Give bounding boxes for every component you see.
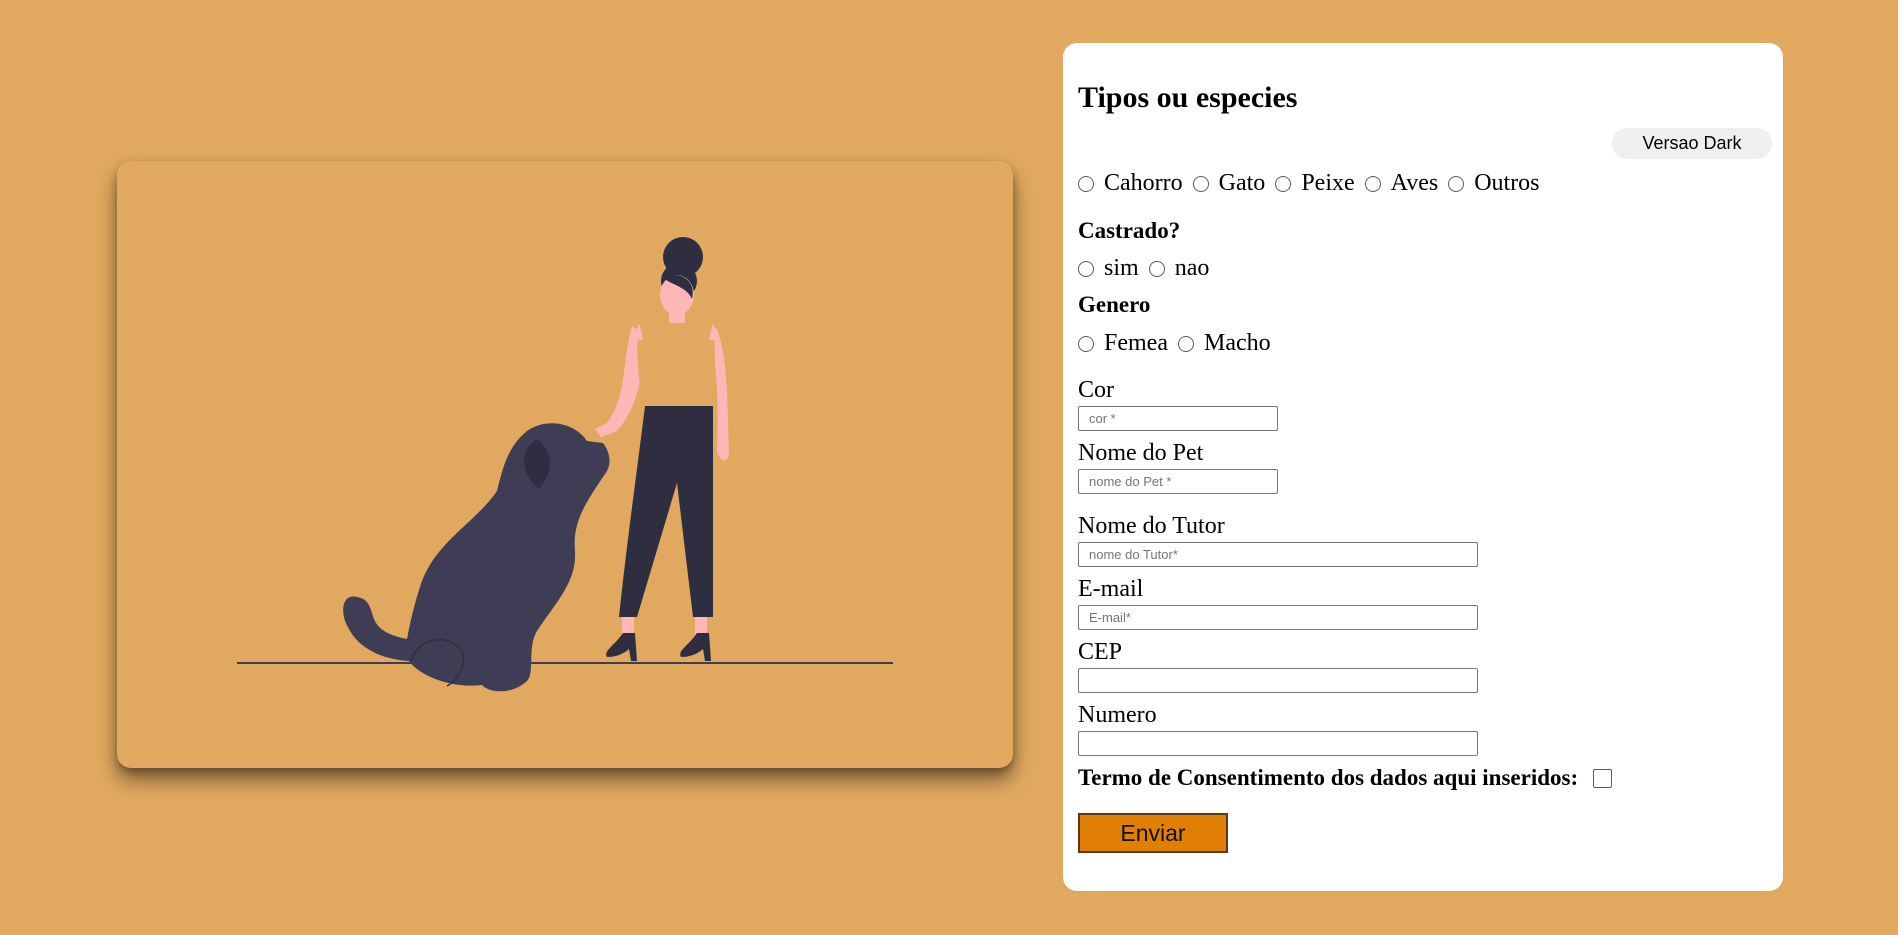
- species-radio-group: Cahorro Gato Peixe Aves Outros: [1078, 170, 1550, 197]
- dog-icon: [343, 423, 610, 692]
- species-option-peixe[interactable]: Peixe: [1275, 170, 1355, 197]
- castrado-radio[interactable]: [1078, 260, 1094, 277]
- genero-label: Genero: [1078, 292, 1151, 317]
- castrado-label: Castrado?: [1078, 218, 1181, 243]
- nome-pet-input[interactable]: [1078, 469, 1278, 494]
- illustration-card: [117, 161, 1013, 768]
- castrado-option-sim[interactable]: sim: [1078, 255, 1139, 282]
- woman-petting-dog-illustration: [237, 237, 893, 692]
- cor-input[interactable]: [1078, 406, 1278, 431]
- genero-option-femea[interactable]: Femea: [1078, 330, 1168, 357]
- species-radio[interactable]: [1364, 175, 1381, 192]
- cep-label: CEP: [1078, 639, 1123, 665]
- species-option-cachorro[interactable]: Cahorro: [1078, 170, 1183, 197]
- numero-label: Numero: [1078, 702, 1157, 728]
- email-input[interactable]: [1078, 605, 1478, 630]
- nome-pet-label: Nome do Pet: [1078, 440, 1204, 466]
- submit-button[interactable]: Enviar: [1078, 813, 1228, 853]
- genero-option-macho[interactable]: Macho: [1177, 330, 1271, 357]
- species-radio[interactable]: [1078, 175, 1094, 192]
- species-option-outros[interactable]: Outros: [1448, 170, 1540, 197]
- species-option-aves[interactable]: Aves: [1364, 170, 1438, 197]
- species-radio[interactable]: [1192, 175, 1209, 192]
- genero-radio-group: Femea Macho: [1078, 330, 1281, 357]
- nome-tutor-label: Nome do Tutor: [1078, 513, 1225, 539]
- cor-label: Cor: [1078, 377, 1114, 403]
- species-radio[interactable]: [1275, 175, 1292, 192]
- nome-tutor-input[interactable]: [1078, 542, 1478, 567]
- woman-icon: [595, 237, 729, 661]
- consent-checkbox[interactable]: [1593, 768, 1613, 788]
- species-option-gato[interactable]: Gato: [1192, 170, 1265, 197]
- email-label: E-mail: [1078, 576, 1144, 602]
- castrado-radio-group: sim nao: [1078, 255, 1219, 282]
- cep-input[interactable]: [1078, 668, 1478, 693]
- form-title: Tipos ou especies: [1078, 81, 1298, 114]
- species-radio[interactable]: [1448, 175, 1465, 192]
- castrado-radio[interactable]: [1148, 260, 1165, 277]
- castrado-option-nao[interactable]: nao: [1148, 255, 1209, 282]
- consent-row: Termo de Consentimento dos dados aqui in…: [1078, 765, 1613, 791]
- numero-input[interactable]: [1078, 731, 1478, 756]
- pet-form-card: Tipos ou especies Versao Dark Cahorro Ga…: [1063, 43, 1783, 891]
- genero-radio[interactable]: [1078, 335, 1094, 352]
- dark-mode-button[interactable]: Versao Dark: [1612, 128, 1772, 159]
- genero-radio[interactable]: [1177, 335, 1194, 352]
- consent-label: Termo de Consentimento dos dados aqui in…: [1078, 765, 1579, 790]
